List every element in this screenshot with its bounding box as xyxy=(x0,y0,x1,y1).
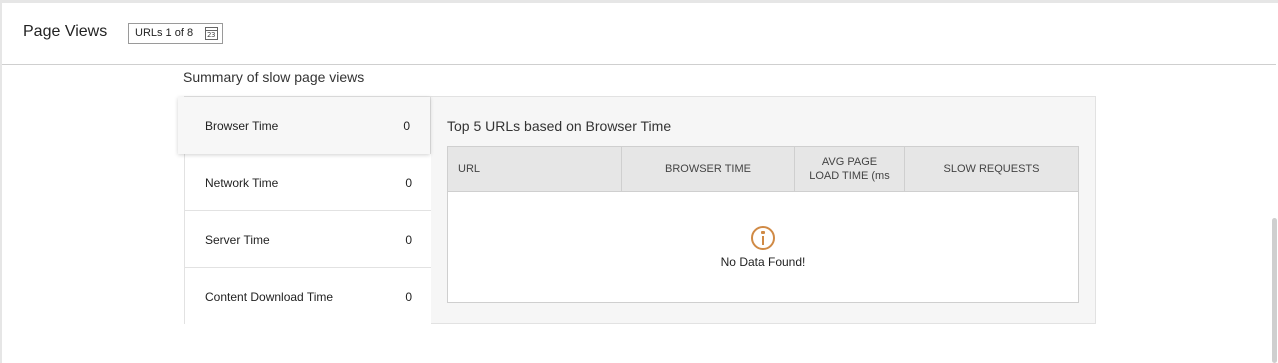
url-range-selector[interactable]: URLs 1 of 8 23 xyxy=(128,23,223,44)
metric-server-time[interactable]: Server Time 0 xyxy=(185,211,431,268)
page-header: Page Views URLs 1 of 8 23 xyxy=(2,3,1276,65)
column-header-avg-page-load-time[interactable]: AVG PAGE LOAD TIME (ms xyxy=(795,147,905,191)
metric-value: 0 xyxy=(405,233,412,247)
summary-title: Summary of slow page views xyxy=(183,69,365,85)
metric-list: Browser Time 0 Network Time 0 Server Tim… xyxy=(178,97,431,325)
metric-network-time[interactable]: Network Time 0 xyxy=(185,154,431,211)
metric-label: Content Download Time xyxy=(205,290,334,304)
summary-panel: Browser Time 0 Network Time 0 Server Tim… xyxy=(178,96,1096,325)
calendar-icon[interactable]: 23 xyxy=(205,27,218,40)
metric-content-download-time[interactable]: Content Download Time 0 xyxy=(185,268,431,325)
page-title: Page Views xyxy=(23,23,108,40)
metric-value: 0 xyxy=(405,176,412,190)
info-icon xyxy=(751,226,775,250)
url-range-label: URLs 1 of 8 xyxy=(135,27,194,39)
metric-label: Browser Time xyxy=(205,119,279,133)
column-header-label: AVG PAGE LOAD TIME (ms xyxy=(809,156,890,182)
column-header-browser-time[interactable]: BROWSER TIME xyxy=(622,147,795,191)
top-urls-table: URL BROWSER TIME AVG PAGE LOAD TIME (ms S… xyxy=(447,146,1079,303)
column-header-slow-requests[interactable]: SLOW REQUESTS xyxy=(905,147,1078,191)
metric-label: Server Time xyxy=(205,233,270,247)
empty-message: No Data Found! xyxy=(720,255,806,269)
metric-label: Network Time xyxy=(205,176,279,190)
table-title: Top 5 URLs based on Browser Time xyxy=(447,118,672,134)
metric-value: 0 xyxy=(403,119,410,133)
metric-value: 0 xyxy=(405,290,412,304)
empty-state: No Data Found! xyxy=(448,193,1078,302)
table-header: URL BROWSER TIME AVG PAGE LOAD TIME (ms S… xyxy=(448,147,1078,192)
metric-browser-time[interactable]: Browser Time 0 xyxy=(178,97,430,154)
vertical-scrollbar[interactable] xyxy=(1272,218,1277,363)
column-header-url[interactable]: URL xyxy=(448,147,622,191)
